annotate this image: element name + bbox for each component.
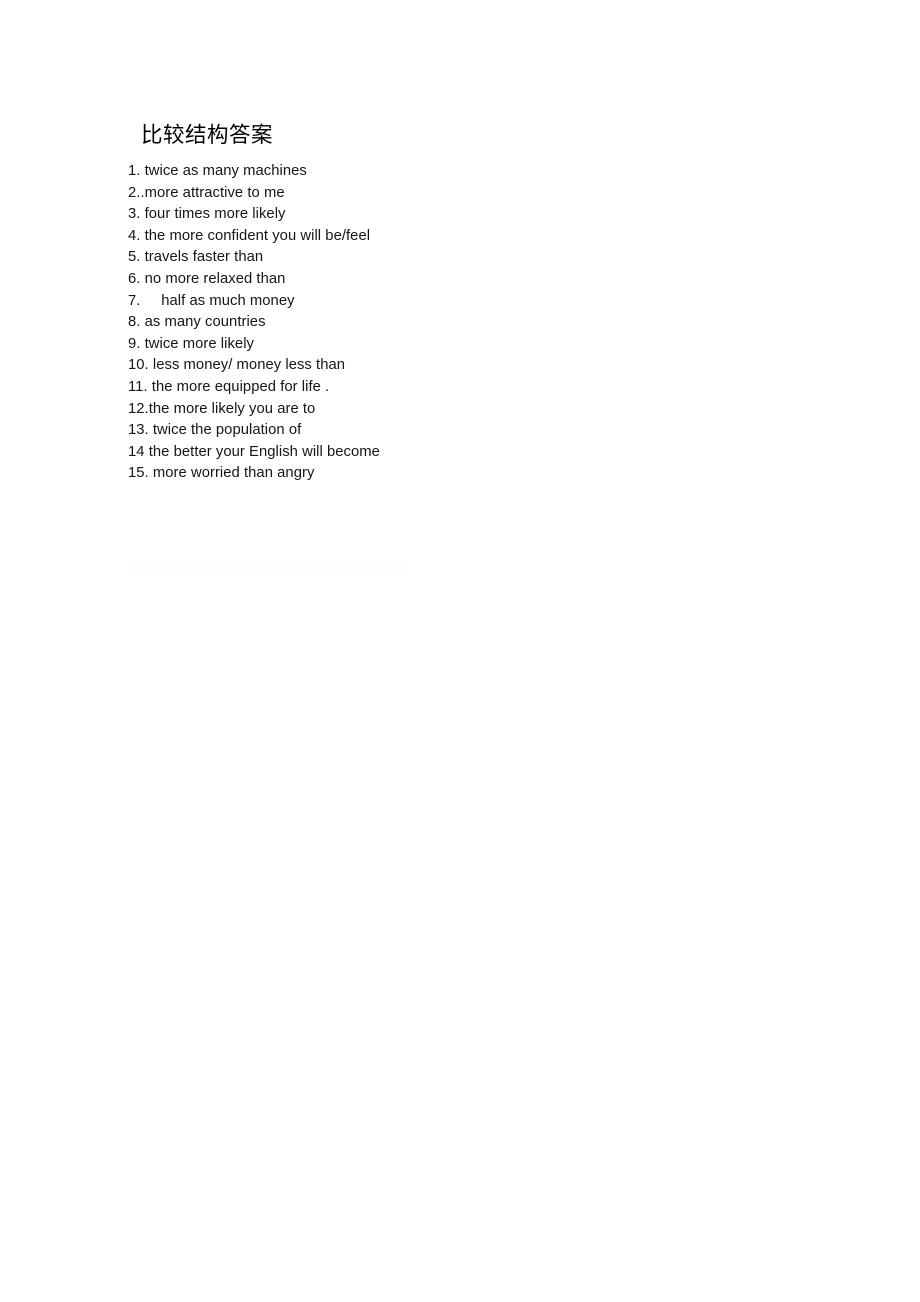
list-item: 7. half as much money [128, 292, 295, 309]
list-item: 4. the more confident you will be/feel [128, 227, 371, 244]
list-item: 15. more worried than angry [128, 465, 315, 482]
list-item: 6. no more relaxed than [128, 270, 286, 287]
page-title: 比较结构答案 [141, 123, 274, 147]
answer-list: 1. twice as many machines 2..more attrac… [128, 161, 688, 485]
list-item: 8. as many countries [128, 314, 266, 331]
list-item: 2..more attractive to me [128, 184, 285, 201]
list-item: 1. twice as many machines [128, 163, 307, 179]
list-item: 11. the more equipped for life . [128, 378, 330, 395]
list-item: 5. travels faster than [128, 249, 264, 266]
faint-erased-text-artifact [128, 559, 406, 571]
list-item: 14 the better your English will become [128, 443, 380, 460]
list-item: 13. twice the population of [128, 422, 302, 439]
document-page: 比较结构答案 1. twice as many machines 2..more… [0, 0, 920, 1302]
list-item: 9. twice more likely [128, 335, 254, 352]
list-item: 12.the more likely you are to [128, 400, 316, 417]
list-item: 3. four times more likely [128, 206, 286, 223]
list-item: 10. less money/ money less than [128, 357, 346, 374]
